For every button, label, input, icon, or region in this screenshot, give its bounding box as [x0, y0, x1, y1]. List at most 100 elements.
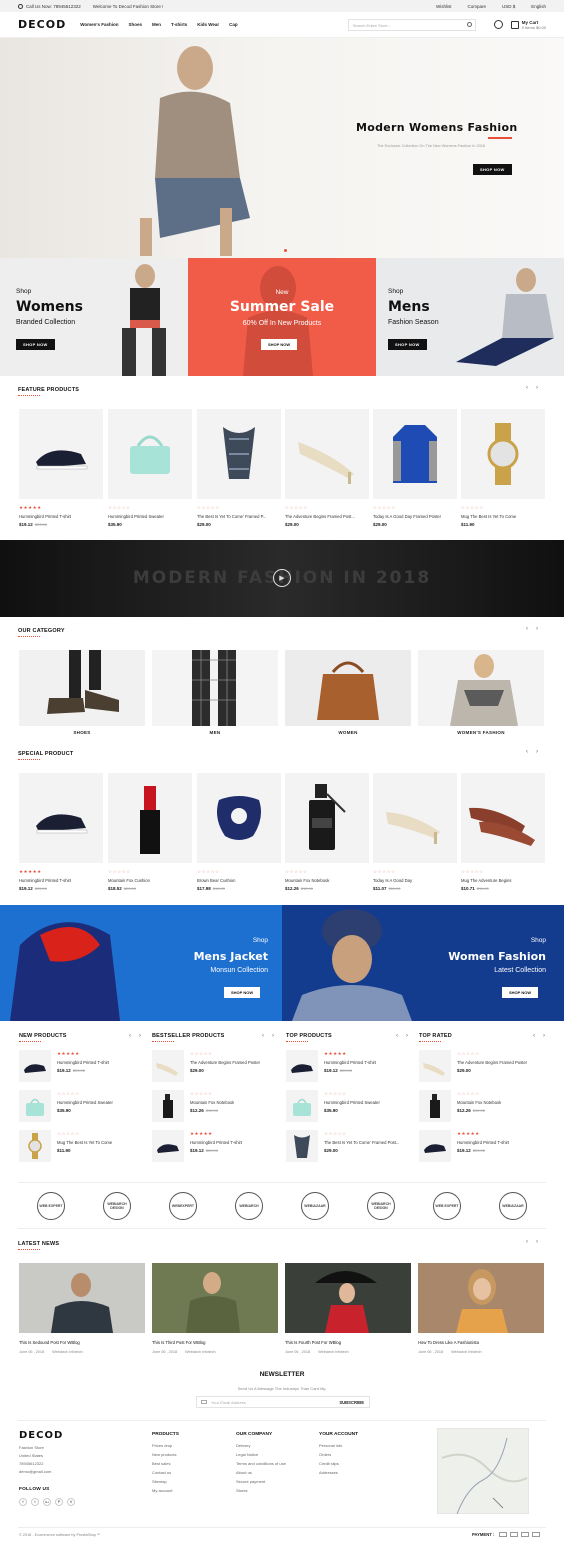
footer-link[interactable]: Delivery	[236, 1441, 286, 1450]
footer-link[interactable]: New products	[152, 1450, 179, 1459]
list-item-name[interactable]: Hummingbird Printed Sweater	[57, 1100, 113, 1105]
brand-logo[interactable]: WEB EXPERT	[433, 1192, 461, 1220]
product-card[interactable]: ☆☆☆☆☆ Today Is A Good Day Framed Poster …	[373, 409, 457, 527]
list-item[interactable]: ☆☆☆☆☆ The Adventure Begins Framed Poster $…	[152, 1050, 280, 1082]
blog-image[interactable]	[418, 1263, 544, 1333]
footer-link[interactable]: Contact us	[152, 1468, 179, 1477]
category-card[interactable]: WOMEN	[285, 650, 411, 735]
brand-logo[interactable]: WEBIARCH DESIGN	[103, 1192, 131, 1220]
promo-shop-now-button[interactable]: SHOP NOW	[502, 987, 539, 998]
next-arrow-icon[interactable]: ›	[139, 1033, 141, 1039]
product-name[interactable]: Brown Bear Cushion	[197, 878, 281, 883]
subscribe-button[interactable]: SUBSCRIBE	[334, 1400, 369, 1405]
next-arrow-icon[interactable]: ›	[536, 1239, 538, 1245]
slider-dot[interactable]	[284, 249, 287, 252]
user-icon[interactable]	[493, 20, 503, 29]
product-name[interactable]: The Adventure Begins Framed Post...	[285, 514, 369, 519]
prev-arrow-icon[interactable]: ‹	[262, 1033, 264, 1039]
product-image[interactable]	[108, 409, 192, 499]
blog-image[interactable]	[19, 1263, 145, 1333]
list-thumb[interactable]	[152, 1130, 184, 1162]
next-arrow-icon[interactable]: ›	[543, 1033, 545, 1039]
nav-item[interactable]: Women's Fashion	[80, 22, 118, 27]
list-item-name[interactable]: Hummingbird Printed T-shirt	[324, 1060, 376, 1065]
list-item-name[interactable]: Mug The Best Is Yet To Come	[57, 1140, 112, 1145]
footer-link[interactable]: About us	[236, 1468, 286, 1477]
list-item[interactable]: ☆☆☆☆☆ The Best Is Yet To Come' Framed Pos…	[286, 1130, 414, 1162]
footer-link[interactable]: Personal info	[319, 1441, 358, 1450]
list-item-name[interactable]: The Best Is Yet To Come' Framed Post...	[324, 1140, 399, 1145]
product-card[interactable]: ☆☆☆☆☆ Mountain Fox Cushion $18.52 $23.15	[108, 773, 192, 891]
banner-mens[interactable]: Shop Mens Fashion Season SHOP NOW	[376, 258, 564, 376]
product-name[interactable]: Hummingbird Printed T-shirt	[19, 514, 103, 519]
category-image[interactable]	[418, 650, 544, 726]
twitter-icon[interactable]: t	[31, 1498, 39, 1506]
next-arrow-icon[interactable]: ›	[536, 749, 538, 755]
nav-item[interactable]: Cap	[229, 22, 238, 27]
category-image[interactable]	[152, 650, 278, 726]
list-item[interactable]: ☆☆☆☆☆ Mountain Fox Notebook $12.26 $12.90	[419, 1090, 547, 1122]
brand-logo[interactable]: WEBIAZAAR	[499, 1192, 527, 1220]
blog-image[interactable]	[152, 1263, 278, 1333]
compare-link[interactable]: Compare	[467, 4, 486, 9]
product-card[interactable]: ☆☆☆☆☆ Today Is A Good Day $11.07 $11.90	[373, 773, 457, 891]
hero-slider[interactable]: Modern Womens Fashion The Exclusive Coll…	[0, 38, 564, 258]
blog-card[interactable]: This Is Third Post For WBlog June 06 , 2…	[152, 1263, 278, 1354]
brand-logo[interactable]: WEB EXPERT	[37, 1192, 65, 1220]
list-item-name[interactable]: Hummingbird Printed Sweater	[324, 1100, 380, 1105]
list-item[interactable]: ☆☆☆☆☆ Mountain Fox Notebook $12.26 $12.90	[152, 1090, 280, 1122]
category-label[interactable]: WOMEN'S FASHION	[418, 730, 544, 735]
product-card[interactable]: ★★★★★ Hummingbird Printed T-shirt $19.12…	[19, 773, 103, 891]
list-item[interactable]: ☆☆☆☆☆ The Adventure Begins Framed Poster $…	[419, 1050, 547, 1082]
product-card[interactable]: ☆☆☆☆☆ Brown Bear Cushion $17.98 $18.90	[197, 773, 281, 891]
prev-arrow-icon[interactable]: ‹	[129, 1033, 131, 1039]
footer-link[interactable]: Orders	[319, 1450, 358, 1459]
blog-image[interactable]	[285, 1263, 411, 1333]
banner-shop-now-button[interactable]: SHOP NOW	[261, 339, 298, 350]
next-arrow-icon[interactable]: ›	[272, 1033, 274, 1039]
product-image[interactable]	[285, 409, 369, 499]
list-item[interactable]: ★★★★★ Hummingbird Printed T-shirt $19.12 $2…	[419, 1130, 547, 1162]
banner-shop-now-button[interactable]: SHOP NOW	[388, 339, 427, 350]
category-image[interactable]	[285, 650, 411, 726]
facebook-icon[interactable]: f	[19, 1498, 27, 1506]
category-card[interactable]: SHOES	[19, 650, 145, 735]
blog-title[interactable]: This Is Fourth Post For WBlog	[285, 1340, 411, 1345]
list-item-name[interactable]: Hummingbird Printed T-shirt	[190, 1140, 242, 1145]
list-thumb[interactable]	[152, 1050, 184, 1082]
list-thumb[interactable]	[419, 1050, 451, 1082]
list-item[interactable]: ★★★★★ Hummingbird Printed T-shirt $19.12 $2…	[286, 1050, 414, 1082]
footer-link[interactable]: Secure payment	[236, 1477, 286, 1486]
language-select[interactable]: English	[531, 4, 546, 9]
footer-link[interactable]: My account	[152, 1486, 179, 1495]
product-name[interactable]: Hummingbird Printed Sweater	[108, 514, 192, 519]
product-card[interactable]: ☆☆☆☆☆ Hummingbird Printed Sweater $35.90	[108, 409, 192, 527]
cart-button[interactable]: My Cart 0 Items $0.00	[510, 20, 546, 30]
footer-link[interactable]: Legal Notice	[236, 1450, 286, 1459]
prev-arrow-icon[interactable]: ‹	[533, 1033, 535, 1039]
currency-select[interactable]: USD $	[502, 4, 515, 9]
product-image[interactable]	[461, 409, 545, 499]
prev-arrow-icon[interactable]: ‹	[526, 385, 528, 391]
list-item[interactable]: ☆☆☆☆☆ Hummingbird Printed Sweater $35.90	[286, 1090, 414, 1122]
list-thumb[interactable]	[19, 1130, 51, 1162]
blog-card[interactable]: How To Dress Like A Fashionista June 06 …	[418, 1263, 544, 1354]
blog-title[interactable]: This Is Third Post For WBlog	[152, 1340, 278, 1345]
banner-summer-sale[interactable]: New Summer Sale 60% Off In New Products …	[188, 258, 376, 376]
category-label[interactable]: MEN	[152, 730, 278, 735]
product-name[interactable]: Mountain Fox Notebook	[285, 878, 369, 883]
search-icon[interactable]	[466, 21, 472, 27]
list-thumb[interactable]	[419, 1130, 451, 1162]
blog-title[interactable]: This Is Sedound Post For WBlog	[19, 1340, 145, 1345]
prev-arrow-icon[interactable]: ‹	[396, 1033, 398, 1039]
product-image[interactable]	[197, 773, 281, 863]
product-image[interactable]	[108, 773, 192, 863]
nav-item[interactable]: Kids Wear	[197, 22, 219, 27]
category-card[interactable]: MEN	[152, 650, 278, 735]
product-name[interactable]: Mug The Adventure Begins	[461, 878, 545, 883]
next-arrow-icon[interactable]: ›	[536, 626, 538, 632]
list-item[interactable]: ★★★★★ Hummingbird Printed T-shirt $19.12 $2…	[152, 1130, 280, 1162]
next-arrow-icon[interactable]: ›	[406, 1033, 408, 1039]
footer-link[interactable]: Prices drop	[152, 1441, 179, 1450]
play-icon[interactable]: ▶	[273, 569, 291, 587]
